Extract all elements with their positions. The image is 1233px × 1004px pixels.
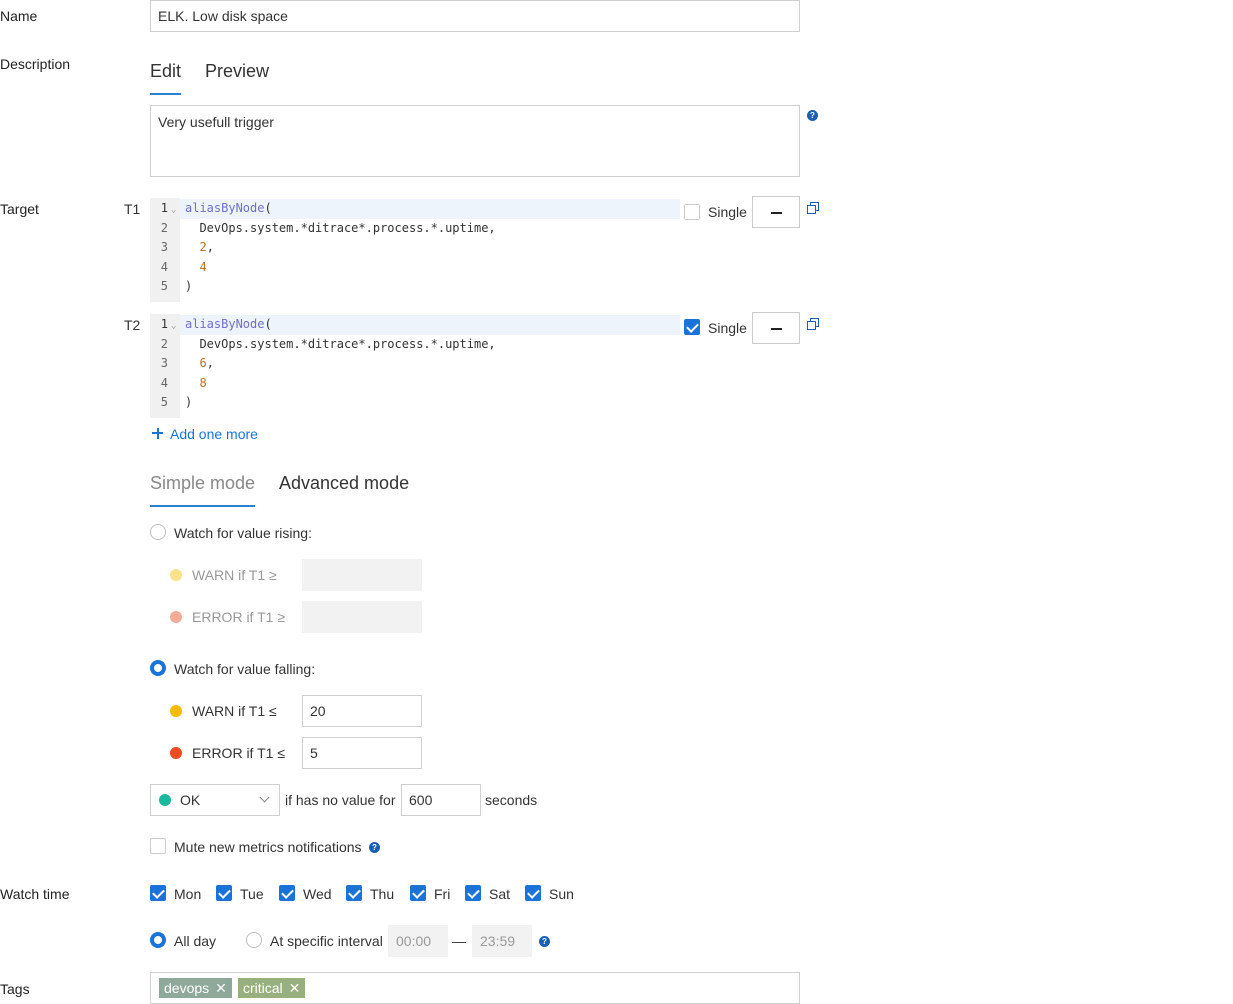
code-line: 3 2, <box>160 240 214 254</box>
tab-simple-mode-underline <box>150 505 255 507</box>
tab-simple-mode[interactable]: Simple mode <box>150 473 255 494</box>
code-line: 5 ) <box>160 395 193 409</box>
tab-edit[interactable]: Edit <box>150 61 181 82</box>
rising-error-label: ERROR if T1 ≥ <box>192 609 285 625</box>
plus-icon[interactable] <box>151 426 165 440</box>
code-line: 4 4 <box>160 259 207 274</box>
target-t1-editor[interactable]: 1 ⌄ aliasByNode( 2 DevOps.system.*ditrac… <box>150 198 680 302</box>
add-one-more-link[interactable]: Add one more <box>170 426 258 442</box>
watch-time-label: Watch time <box>0 886 70 902</box>
no-value-text: if has no value for <box>285 792 396 808</box>
no-value-state-select[interactable]: OK <box>150 784 280 816</box>
code-line: 1 ⌄ aliasByNode( <box>150 315 680 335</box>
target-t2-editor[interactable]: 1 ⌄ aliasByNode( 2 DevOps.system.*ditrac… <box>150 314 680 418</box>
day-thu-checkbox[interactable] <box>346 885 362 901</box>
interval-to-input[interactable]: 23:59 <box>472 925 532 957</box>
ok-dot-icon <box>159 794 171 806</box>
day-tue-label: Tue <box>240 886 264 902</box>
t2-remove-button[interactable] <box>752 312 800 344</box>
t1-copy-icon[interactable] <box>807 202 819 214</box>
watch-falling-radio[interactable] <box>150 660 166 676</box>
tab-advanced-mode[interactable]: Advanced mode <box>279 473 409 494</box>
day-thu-label: Thu <box>370 886 395 902</box>
rising-warn-input[interactable] <box>302 559 422 591</box>
day-tue-checkbox[interactable] <box>216 885 232 901</box>
tab-edit-underline <box>150 93 181 95</box>
interval-help-icon[interactable]: ? <box>539 936 550 947</box>
all-day-label: All day <box>174 933 217 949</box>
specific-interval-label: At specific interval <box>270 933 383 949</box>
day-wed-checkbox[interactable] <box>279 885 295 901</box>
day-fri-label: Fri <box>434 886 451 902</box>
watch-rising-radio[interactable] <box>150 524 166 540</box>
day-sun-label: Sun <box>549 886 574 902</box>
falling-warn-label: WARN if T1 ≤ <box>192 703 277 719</box>
target-t1-label: T1 <box>124 201 141 217</box>
name-input[interactable]: ELK. Low disk space <box>150 0 800 32</box>
falling-error-input[interactable]: 5 <box>302 737 422 769</box>
code-line: 1 ⌄ aliasByNode( <box>150 199 680 219</box>
tags-label: Tags <box>0 981 30 997</box>
day-fri-checkbox[interactable] <box>410 885 426 901</box>
falling-error-label: ERROR if T1 ≤ <box>192 745 285 761</box>
chevron-down-icon <box>259 792 270 803</box>
description-textarea[interactable]: Very usefull trigger <box>150 105 800 177</box>
t2-copy-icon[interactable] <box>807 318 819 330</box>
target-t2-label: T2 <box>124 317 141 333</box>
t2-single-label: Single <box>708 320 747 336</box>
code-line: 2 DevOps.system.*ditrace*.process.*.upti… <box>160 220 496 235</box>
t2-single-checkbox[interactable] <box>684 319 700 335</box>
watch-falling-label: Watch for value falling: <box>174 661 316 677</box>
warn-dot-icon <box>170 569 182 581</box>
day-sat-label: Sat <box>489 886 511 902</box>
day-sun-checkbox[interactable] <box>525 885 541 901</box>
description-label: Description <box>0 56 71 72</box>
code-line: 4 8 <box>160 375 207 390</box>
specific-interval-radio[interactable] <box>246 932 262 948</box>
day-sat-checkbox[interactable] <box>465 885 481 901</box>
day-wed-label: Wed <box>303 886 332 902</box>
error-dot-icon <box>170 611 182 623</box>
seconds-label: seconds <box>485 792 538 808</box>
rising-error-input[interactable] <box>302 601 422 633</box>
rising-warn-label: WARN if T1 ≥ <box>192 567 277 583</box>
code-line: 2 DevOps.system.*ditrace*.process.*.upti… <box>160 336 496 351</box>
code-line: 5 ) <box>160 279 193 293</box>
warn-dot-icon <box>170 705 182 717</box>
description-help-icon[interactable]: ? <box>807 110 818 121</box>
interval-dash: — <box>452 933 466 949</box>
tags-input[interactable]: devops ✕ critical ✕ <box>150 972 800 1004</box>
t1-single-checkbox[interactable] <box>684 204 700 220</box>
watch-rising-label: Watch for value rising: <box>174 525 312 541</box>
name-label: Name <box>0 8 38 24</box>
all-day-radio[interactable] <box>150 932 166 948</box>
tab-preview[interactable]: Preview <box>205 61 269 82</box>
mute-label: Mute new metrics notifications <box>174 839 362 855</box>
falling-warn-input[interactable]: 20 <box>302 695 422 727</box>
no-value-state-value: OK <box>180 792 201 808</box>
t1-single-label: Single <box>708 204 747 220</box>
tag-remove-icon[interactable]: ✕ <box>289 980 301 996</box>
mute-help-icon[interactable]: ? <box>369 842 380 853</box>
interval-from-input[interactable]: 00:00 <box>388 925 448 957</box>
no-value-seconds-input[interactable]: 600 <box>401 784 481 816</box>
day-mon-label: Mon <box>174 886 202 902</box>
tag-remove-icon[interactable]: ✕ <box>215 980 227 996</box>
tag-devops: devops ✕ <box>159 978 232 998</box>
tag-critical: critical ✕ <box>238 978 306 998</box>
target-label: Target <box>0 201 39 217</box>
mute-checkbox[interactable] <box>150 838 166 854</box>
day-mon-checkbox[interactable] <box>150 885 166 901</box>
t1-remove-button[interactable] <box>752 196 800 228</box>
code-line: 3 6, <box>160 356 214 370</box>
error-dot-icon <box>170 747 182 759</box>
